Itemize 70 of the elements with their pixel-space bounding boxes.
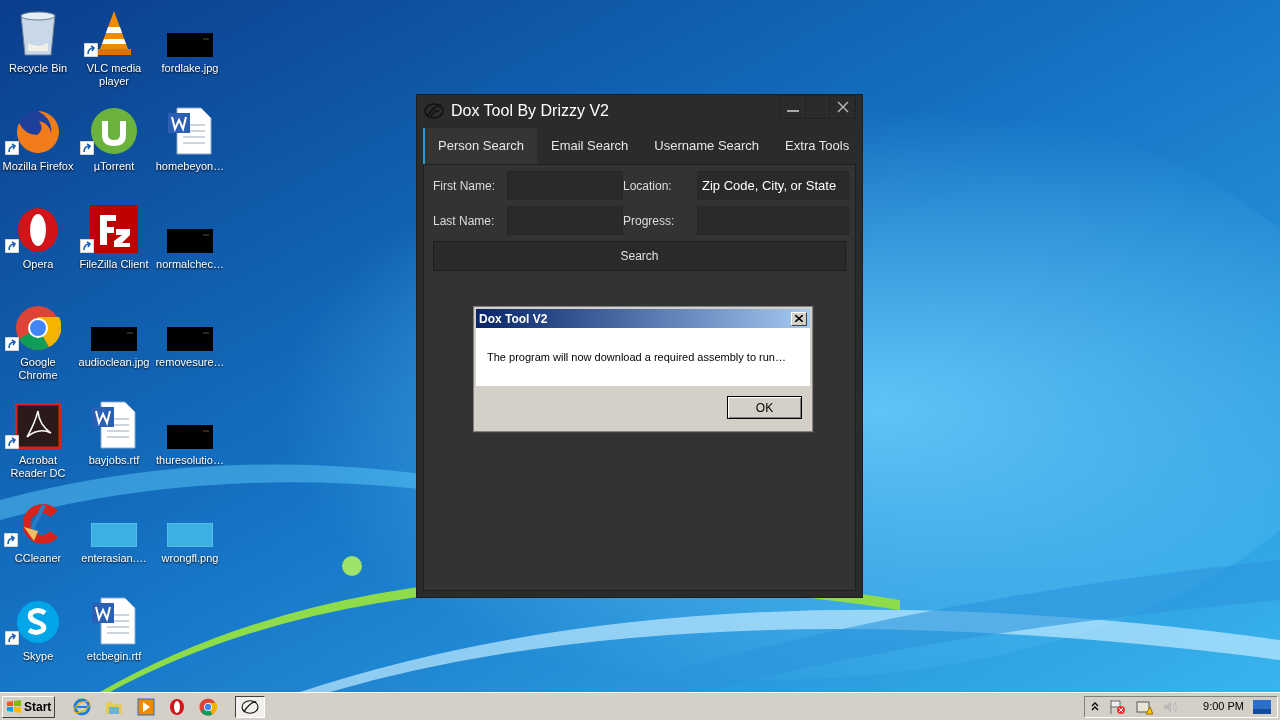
desktop-icon-label[interactable]: thuresolutio… [152,454,228,467]
image-thumbnail-icon [91,523,137,547]
internet-explorer-icon[interactable] [73,697,92,716]
desktop-icon-label[interactable]: Google Chrome [0,356,76,382]
desktop-icon-label[interactable]: fordlake.jpg [152,62,228,75]
taskbar-button[interactable] [235,695,266,718]
close-icon [836,101,849,113]
ok-button[interactable]: OK [727,396,802,419]
image-thumbnail-icon [91,327,137,351]
network-icon[interactable] [1135,698,1154,715]
acrobat-icon [15,403,61,449]
logo-icon [423,102,445,120]
dialog-message: The program will now download a required assembly to run… [487,349,786,365]
opera-icon[interactable] [169,697,186,716]
desktop-icon-label[interactable]: µTorrent [76,160,152,173]
windows-logo-icon [6,699,22,714]
firefox-icon [15,109,61,155]
field-label: Last Name: [433,212,496,230]
desktop-icon-label[interactable]: FileZilla Client [76,258,152,271]
tab[interactable]: Email Search [537,128,641,164]
field-label: First Name: [433,177,496,195]
start-button[interactable]: Start [2,695,56,718]
skype-icon [15,599,61,645]
desktop-icon-label[interactable]: normalchec… [152,258,228,271]
desktop-icon-label[interactable]: homebeyon… [152,160,228,173]
input-field[interactable]: Zip Code, City, or State [697,171,849,200]
desktop-icon-label[interactable]: Skype [0,650,76,663]
tab[interactable]: Person Search [423,128,537,164]
minimize-icon [786,110,799,112]
desktop-icon-label[interactable]: Acrobat Reader DC [0,454,76,480]
desktop-icon-label[interactable]: Mozilla Firefox [0,160,76,173]
image-thumbnail-icon [167,425,213,449]
chrome-icon [15,305,61,351]
utorrent-icon [90,107,138,155]
recycle-bin-icon [18,11,58,57]
desktop-icon-label[interactable]: Recycle Bin [0,62,76,75]
desktop-icon-label[interactable]: etcbegin.rtf [76,650,152,663]
desktop-icon-label[interactable]: Opera [0,258,76,271]
word-document-icon [91,597,137,645]
desktop-icon-label[interactable]: removesure… [152,356,228,369]
desktop-icon-label[interactable]: audioclean.jpg [76,356,152,369]
desktop-icon-label[interactable]: CCleaner [0,552,76,565]
word-document-icon [167,107,213,155]
desktop-icon-label[interactable]: bayjobs.rtf [76,454,152,467]
tab[interactable]: Extra Tools [771,128,862,164]
image-thumbnail-icon [167,327,213,351]
media-player-icon[interactable] [137,697,156,716]
chrome-icon[interactable] [199,697,218,716]
field-label: Progress: [623,212,676,230]
tab[interactable]: Username Search [640,128,772,164]
dialog-title: Dox Tool V2 [479,310,548,328]
desktop-icon-label[interactable]: wrongfl.png [152,552,228,565]
filezilla-icon [90,205,138,253]
close-button[interactable] [791,311,807,326]
opera-icon [15,207,61,253]
desktop-icon-label[interactable]: VLC media player [76,62,152,88]
desktop-icon-label[interactable]: enterasian.… [76,552,152,565]
image-thumbnail-icon [167,33,213,57]
clock[interactable]: 9:00 PM [1203,698,1244,715]
chevron-up-icon[interactable] [1091,702,1100,711]
image-thumbnail-icon [167,523,213,547]
close-icon [795,315,803,322]
field-label: Location: [623,177,673,195]
image-thumbnail-icon [167,229,213,253]
logo-icon [239,698,262,715]
flag-icon[interactable] [1108,698,1127,715]
search-button[interactable]: Search [433,241,846,271]
word-document-icon [91,401,137,449]
window-title: Dox Tool By Drizzy V2 [451,101,609,121]
show-desktop-icon[interactable] [1253,699,1271,714]
